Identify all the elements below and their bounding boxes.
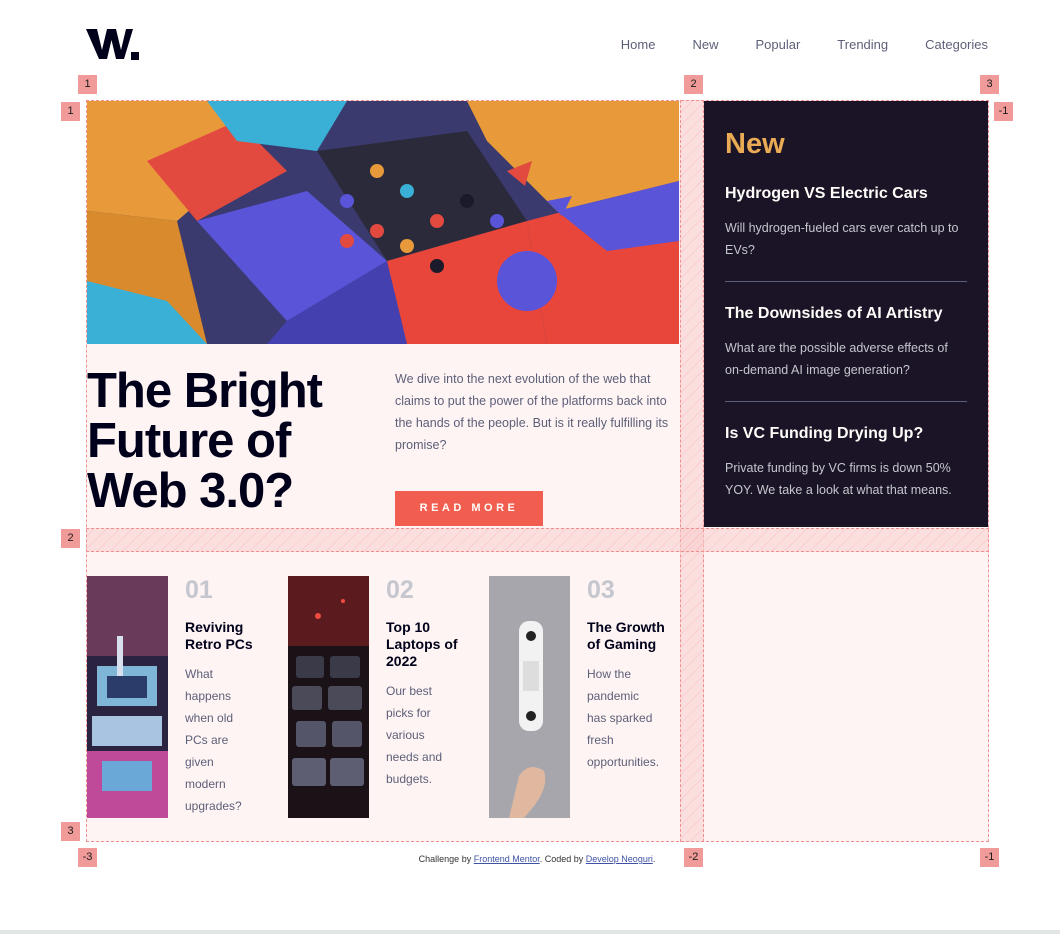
card-description: What happens when old PCs are given mode…: [185, 667, 242, 813]
card-title[interactable]: Reviving Retro PCs: [185, 619, 277, 653]
grid-row-gap: [86, 528, 989, 552]
card-number: 01: [185, 576, 213, 604]
hero-title: The Bright Future of Web 3.0?: [87, 364, 323, 518]
retro-pcs-image: [87, 576, 168, 818]
attribution-middle: . Coded by: [539, 854, 586, 864]
grid-line-badge: 2: [684, 75, 703, 94]
logo: [86, 29, 139, 60]
grid-line-badge: 3: [61, 822, 80, 841]
new-item[interactable]: Is VC Funding Drying Up? Private funding…: [725, 424, 967, 501]
new-panel: New Hydrogen VS Electric Cars Will hydro…: [704, 101, 988, 527]
laptop-keyboard-image: [288, 576, 369, 818]
developer-link[interactable]: Develop Neoguri: [586, 854, 653, 864]
attribution-prefix: Challenge by: [418, 854, 474, 864]
new-item-text: Private funding by VC firms is down 50% …: [725, 461, 952, 497]
grid-line-badge: -1: [994, 102, 1013, 121]
hero-image: [87, 101, 679, 344]
card-title[interactable]: Top 10 Laptops of 2022: [386, 619, 478, 670]
grid-line-badge: 3: [980, 75, 999, 94]
attribution: Challenge by Frontend Mentor. Coded by D…: [0, 854, 1060, 864]
new-item-title[interactable]: Is VC Funding Drying Up?: [725, 424, 967, 444]
main-nav: Home New Popular Trending Categories: [584, 37, 988, 53]
read-more-button[interactable]: READ MORE: [395, 491, 543, 526]
new-item-title[interactable]: Hydrogen VS Electric Cars: [725, 184, 967, 204]
new-item[interactable]: The Downsides of AI Artistry What are th…: [725, 304, 967, 381]
frontend-mentor-link[interactable]: Frontend Mentor: [474, 854, 540, 864]
divider: [725, 281, 967, 282]
attribution-suffix: .: [652, 854, 656, 864]
card-description: How the pandemic has sparked fresh oppor…: [587, 667, 660, 769]
card-description: Our best picks for various needs and bud…: [386, 684, 443, 786]
nav-new[interactable]: New: [692, 37, 718, 53]
card-number: 02: [386, 576, 414, 604]
nav-trending[interactable]: Trending: [837, 37, 888, 53]
card-title[interactable]: The Growth of Gaming: [587, 619, 679, 653]
new-heading: New: [725, 128, 785, 160]
new-item[interactable]: Hydrogen VS Electric Cars Will hydrogen-…: [725, 184, 967, 261]
grid-line-badge: 1: [78, 75, 97, 94]
card-number: 03: [587, 576, 615, 604]
game-controller-image: [489, 576, 570, 818]
hero-description: We dive into the next evolution of the w…: [395, 372, 669, 452]
grid-line-badge: 1: [61, 102, 80, 121]
new-item-text: What are the possible adverse effects of…: [725, 341, 948, 377]
nav-categories[interactable]: Categories: [925, 37, 988, 53]
new-item-title[interactable]: The Downsides of AI Artistry: [725, 304, 967, 324]
grid-line-badge: 2: [61, 529, 80, 548]
new-item-text: Will hydrogen-fueled cars ever catch up …: [725, 221, 959, 257]
grid-column-gap: [680, 100, 704, 842]
nav-popular[interactable]: Popular: [755, 37, 800, 53]
nav-home[interactable]: Home: [621, 37, 656, 53]
divider: [725, 401, 967, 402]
bottom-border: [0, 930, 1060, 934]
